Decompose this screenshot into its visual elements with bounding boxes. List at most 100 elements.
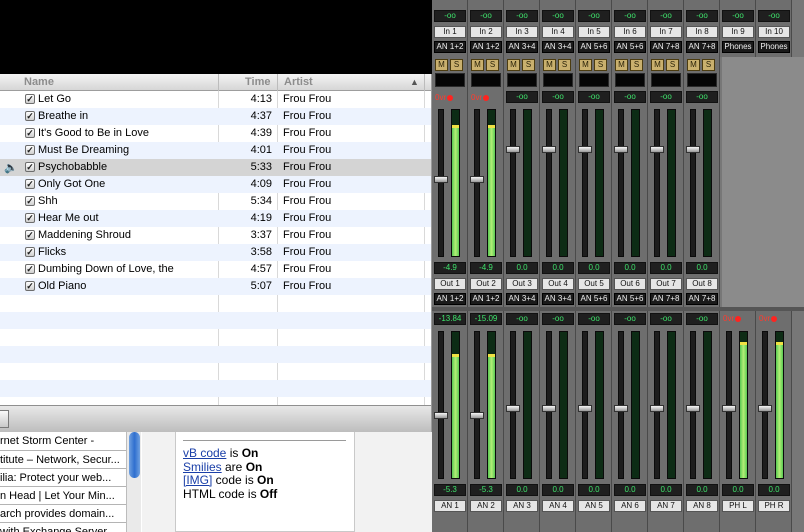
input-routing-label[interactable]: AN 7+8 (650, 41, 682, 53)
fader-handle[interactable] (542, 146, 556, 153)
input-label[interactable]: In 9 (722, 26, 754, 38)
track-checkbox[interactable]: ✓ (25, 247, 35, 257)
output-routing-label[interactable]: AN 3+4 (542, 293, 574, 305)
fader-track[interactable] (582, 109, 588, 257)
fader-handle[interactable] (506, 405, 520, 412)
fader-handle[interactable] (686, 146, 700, 153)
track-row[interactable]: ✓ Must Be Dreaming 4:01 Frou Frou (0, 142, 431, 159)
setting-label[interactable]: Smilies (183, 460, 222, 474)
fader-handle[interactable] (758, 405, 772, 412)
input-label[interactable]: In 8 (686, 26, 718, 38)
column-time-header[interactable]: Time (245, 76, 270, 88)
bookmark-link[interactable]: arch provides domain... (0, 504, 126, 522)
fader-track[interactable] (438, 331, 444, 479)
output-label[interactable]: Out 3 (506, 278, 538, 290)
fader-handle[interactable] (650, 146, 664, 153)
bookmark-link[interactable]: ilia: Protect your web... (0, 468, 126, 486)
fader-track[interactable] (690, 109, 696, 257)
mute-button[interactable]: M (615, 59, 628, 71)
bookmark-link[interactable]: rnet Storm Center - (0, 432, 126, 450)
input-routing-label[interactable]: AN 1+2 (434, 41, 466, 53)
mute-button[interactable]: M (579, 59, 592, 71)
track-row[interactable]: ✓ Breathe in 4:37 Frou Frou (0, 108, 431, 125)
fader-handle[interactable] (614, 146, 628, 153)
output-channel-label[interactable]: AN 3 (506, 500, 538, 512)
column-name-header[interactable]: Name (24, 76, 54, 88)
fader-handle[interactable] (650, 405, 664, 412)
output-channel-label[interactable]: PH R (758, 500, 790, 512)
fader-handle[interactable] (434, 412, 448, 420)
output-routing-label[interactable]: AN 1+2 (434, 293, 466, 305)
setting-label[interactable]: [IMG] (183, 473, 212, 487)
track-row[interactable]: ✓ Let Go 4:13 Frou Frou (0, 91, 431, 108)
input-label[interactable]: In 5 (578, 26, 610, 38)
input-label[interactable]: In 6 (614, 26, 646, 38)
input-label[interactable]: In 7 (650, 26, 682, 38)
fader-track[interactable] (474, 331, 480, 479)
track-checkbox[interactable]: ✓ (25, 179, 35, 189)
output-channel-label[interactable]: AN 2 (470, 500, 502, 512)
output-routing-label[interactable]: AN 5+6 (614, 293, 646, 305)
input-routing-label[interactable]: AN 5+6 (578, 41, 610, 53)
output-label[interactable]: Out 6 (614, 278, 646, 290)
solo-button[interactable]: S (450, 59, 463, 71)
scrollbar-thumb[interactable] (129, 432, 140, 478)
fader-handle[interactable] (506, 146, 520, 153)
output-routing-label[interactable]: AN 7+8 (686, 293, 718, 305)
mute-button[interactable]: M (435, 59, 448, 71)
output-label[interactable]: Out 8 (686, 278, 718, 290)
fader-handle[interactable] (434, 175, 448, 183)
track-row[interactable]: ✓ Flicks 3:58 Frou Frou (0, 244, 431, 261)
fader-handle[interactable] (578, 405, 592, 412)
output-routing-label[interactable]: AN 3+4 (506, 293, 538, 305)
bottom-bar-button[interactable] (0, 410, 9, 428)
solo-button[interactable]: S (486, 59, 499, 71)
output-channel-label[interactable]: AN 6 (614, 500, 646, 512)
output-channel-label[interactable]: PH L (722, 500, 754, 512)
output-label[interactable]: Out 7 (650, 278, 682, 290)
track-checkbox[interactable]: ✓ (25, 264, 35, 274)
fader-handle[interactable] (542, 405, 556, 412)
fader-handle[interactable] (686, 405, 700, 412)
fader-track[interactable] (546, 109, 552, 257)
fader-track[interactable] (438, 109, 444, 257)
track-checkbox[interactable]: ✓ (25, 111, 35, 121)
track-checkbox[interactable]: ✓ (25, 162, 35, 172)
track-row[interactable]: 🔈 ✓ Psychobabble 5:33 Frou Frou (0, 159, 431, 176)
track-checkbox[interactable]: ✓ (25, 128, 35, 138)
fader-handle[interactable] (470, 412, 484, 420)
mute-button[interactable]: M (471, 59, 484, 71)
track-checkbox[interactable]: ✓ (25, 94, 35, 104)
bookmark-link[interactable]: with Exchange Server (0, 522, 126, 532)
input-routing-label[interactable]: AN 3+4 (506, 41, 538, 53)
input-label[interactable]: In 2 (470, 26, 502, 38)
track-checkbox[interactable]: ✓ (25, 213, 35, 223)
track-checkbox[interactable]: ✓ (25, 145, 35, 155)
mute-button[interactable]: M (651, 59, 664, 71)
track-row[interactable]: ✓ Dumbing Down of Love, the 4:57 Frou Frou (0, 261, 431, 278)
input-routing-label[interactable]: AN 7+8 (686, 41, 718, 53)
input-label[interactable]: In 4 (542, 26, 574, 38)
track-checkbox[interactable]: ✓ (25, 281, 35, 291)
track-row[interactable]: ✓ Only Got One 4:09 Frou Frou (0, 176, 431, 193)
input-routing-label[interactable]: Phones (722, 41, 754, 53)
fader-track[interactable] (474, 109, 480, 257)
track-row[interactable]: ✓ Hear Me out 4:19 Frou Frou (0, 210, 431, 227)
solo-button[interactable]: S (630, 59, 643, 71)
input-label[interactable]: In 3 (506, 26, 538, 38)
input-routing-label[interactable]: AN 3+4 (542, 41, 574, 53)
bookmark-link[interactable]: n Head | Let Your Min... (0, 486, 126, 504)
solo-button[interactable]: S (666, 59, 679, 71)
fader-handle[interactable] (470, 175, 484, 183)
track-row[interactable]: ✓ Old Piano 5:07 Frou Frou (0, 278, 431, 295)
track-checkbox[interactable]: ✓ (25, 196, 35, 206)
fader-handle[interactable] (722, 405, 736, 412)
input-routing-label[interactable]: AN 1+2 (470, 41, 502, 53)
output-label[interactable]: Out 4 (542, 278, 574, 290)
output-channel-label[interactable]: AN 5 (578, 500, 610, 512)
vertical-scrollbar[interactable] (126, 432, 141, 532)
input-routing-label[interactable]: AN 5+6 (614, 41, 646, 53)
bookmark-link[interactable]: titute – Network, Secur... (0, 450, 126, 468)
solo-button[interactable]: S (702, 59, 715, 71)
output-routing-label[interactable]: AN 1+2 (470, 293, 502, 305)
